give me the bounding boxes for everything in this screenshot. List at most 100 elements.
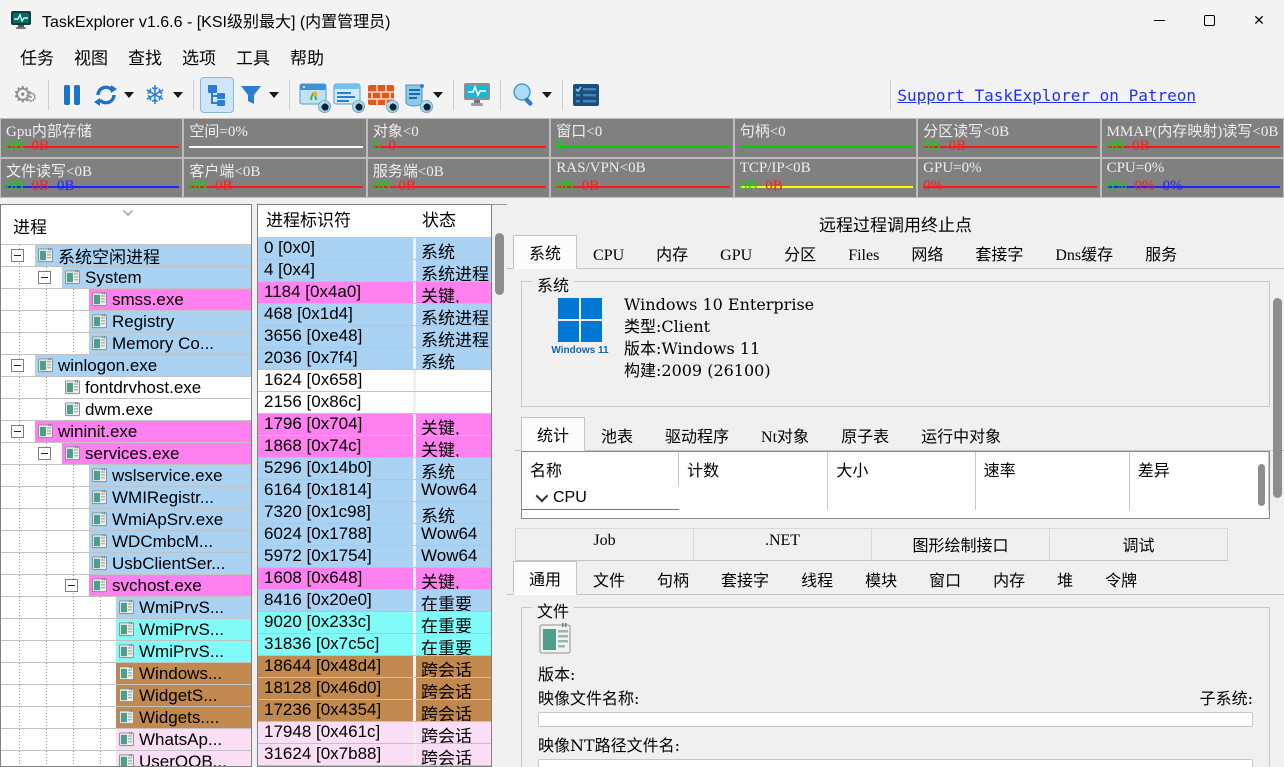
status-column-header[interactable]: 状态 [416,206,491,237]
pause-icon[interactable] [55,77,89,113]
tab-system-0[interactable]: 系统 [513,235,577,269]
menu-item-2[interactable]: 查找 [118,41,172,72]
tab-group-0[interactable]: Job [515,528,694,561]
tab-detail-4[interactable]: 线程 [785,562,849,595]
process-list-scrollbar[interactable] [492,204,507,767]
graph-panel-r0c6[interactable]: MMAP(内存映射)读写<0B0B0B [1101,118,1284,158]
pid-row[interactable]: 2036 [0x7f4]系统 [258,348,491,370]
tab-system-4[interactable]: 分区 [768,236,832,269]
process-row[interactable]: UsbClientSer... [1,553,251,575]
graph-panel-r0c1[interactable]: 空间=0% [183,118,366,158]
table-header-1[interactable]: 计数 [679,452,828,486]
tab-detail-7[interactable]: 内存 [977,562,1041,595]
pid-row[interactable]: 18644 [0x48d4]跨会话 [258,656,491,678]
graph-panel-r1c1[interactable]: 客户端<0B0B0B [183,158,366,198]
menu-item-1[interactable]: 视图 [64,41,118,72]
process-row[interactable]: WhatsAp... [1,729,251,751]
process-row[interactable]: services.exe [1,443,251,465]
tab-stats-1[interactable]: 池表 [585,418,649,451]
settings-gears-icon[interactable]: ⚙⚙ [8,77,42,113]
tab-system-3[interactable]: GPU [704,242,768,269]
firewall-icon[interactable] [364,77,398,113]
search-dropdown-arrow[interactable] [542,92,552,98]
tab-detail-0[interactable]: 通用 [513,561,577,595]
pid-row[interactable]: 17236 [0x4354]跨会话 [258,700,491,722]
expand-chevron-icon[interactable] [536,490,549,503]
graph-panel-r1c6[interactable]: CPU=0%0%0%0% [1101,158,1284,198]
process-row[interactable]: svchost.exe [1,575,251,597]
pid-row[interactable]: 5296 [0x14b0]系统 [258,458,491,480]
tab-group-1[interactable]: .NET [693,528,872,561]
pid-row[interactable]: 1608 [0x648]关键, [258,568,491,590]
process-row[interactable]: wslservice.exe [1,465,251,487]
pid-row[interactable]: 7320 [0x1c98]系统 [258,502,491,524]
filter-funnel-icon[interactable] [234,77,268,113]
search-icon[interactable] [507,77,541,113]
graph-panel-r0c4[interactable]: 句柄<0 [734,118,917,158]
tab-detail-1[interactable]: 文件 [577,562,641,595]
tab-stats-4[interactable]: 原子表 [825,418,905,451]
pid-row[interactable]: 5972 [0x1754]Wow64 [258,546,491,568]
graph-panel-r1c0[interactable]: 文件读写<0B0B0B0B [0,158,183,198]
pid-column-header[interactable]: 进程标识符 [258,206,416,237]
graph-panel-r1c2[interactable]: 服务端<0B0B0B [367,158,550,198]
pid-row[interactable]: 1868 [0x74c]关键, [258,436,491,458]
collapse-expander-icon[interactable] [38,447,51,460]
tab-system-7[interactable]: 套接字 [959,236,1039,269]
pid-row[interactable]: 6164 [0x1814]Wow64 [258,480,491,502]
tab-detail-2[interactable]: 句柄 [641,562,705,595]
system-monitor-icon[interactable] [460,77,494,113]
process-row[interactable]: WMIRegistr... [1,487,251,509]
refresh-dropdown-arrow[interactable] [124,92,134,98]
pid-row[interactable]: 9020 [0x233c]在重要 [258,612,491,634]
table-row-cpu[interactable]: CPU [522,486,1269,510]
tab-detail-8[interactable]: 堆 [1041,562,1089,595]
image-name-input[interactable] [538,712,1253,727]
close-button[interactable]: ✕ [1234,0,1284,40]
menu-item-4[interactable]: 工具 [226,41,280,72]
tab-group-2[interactable]: 图形绘制接口 [871,528,1050,561]
graph-panel-r1c4[interactable]: TCP/IP<0B0B0B [734,158,917,198]
process-row[interactable]: wininit.exe [1,421,251,443]
collapse-expander-icon[interactable] [38,271,51,284]
menu-item-3[interactable]: 选项 [172,41,226,72]
process-row[interactable]: WidgetS... [1,685,251,707]
tree-view-icon[interactable] [200,77,234,113]
log-scroll-icon[interactable] [398,77,432,113]
pid-row[interactable]: 31624 [0x7b88]跨会话 [258,744,491,766]
freeze-dropdown-arrow[interactable] [173,92,183,98]
pid-row[interactable]: 1796 [0x704]关键, [258,414,491,436]
pid-row[interactable]: 0 [0x0]系统 [258,238,491,260]
tab-system-9[interactable]: 服务 [1129,236,1193,269]
collapse-expander-icon[interactable] [11,249,24,262]
tab-system-6[interactable]: 网络 [895,236,959,269]
nt-path-input[interactable] [538,759,1253,767]
tab-stats-0[interactable]: 统计 [521,417,585,451]
pid-row[interactable]: 2156 [0x86c] [258,392,491,414]
graph-panel-r0c5[interactable]: 分区读写<0B0B0B [917,118,1100,158]
graph-panel-r0c0[interactable]: Gpu内部存储0B0B [0,118,183,158]
tab-stats-3[interactable]: Nt对象 [745,418,825,451]
collapse-expander-icon[interactable] [11,425,24,438]
process-row[interactable]: System [1,267,251,289]
graph-panel-r0c3[interactable]: 窗口<00 [550,118,733,158]
refresh-icon[interactable] [89,77,123,113]
table-header-2[interactable]: 大小 [828,452,975,486]
tab-detail-6[interactable]: 窗口 [913,562,977,595]
pid-row[interactable]: 31836 [0x7c5c]在重要 [258,634,491,656]
tab-system-2[interactable]: 内存 [640,236,704,269]
filter-dropdown-arrow[interactable] [269,92,279,98]
freeze-snowflake-icon[interactable]: ❄ [138,77,172,113]
process-row[interactable]: fontdrvhost.exe [1,377,251,399]
pid-row[interactable]: 3656 [0xe48]系统进程 [258,326,491,348]
collapse-expander-icon[interactable] [65,579,78,592]
process-column-header[interactable]: 进程 [1,205,251,245]
table-scrollbar-thumb[interactable] [1258,464,1265,506]
menu-item-5[interactable]: 帮助 [280,41,334,72]
graph-panel-r1c3[interactable]: RAS/VPN<0B0B0B [550,158,733,198]
process-window-icon[interactable] [296,77,330,113]
process-row[interactable]: 系统空闲进程 [1,245,251,267]
pid-row[interactable]: 6024 [0x1788]Wow64 [258,524,491,546]
graph-panel-r0c2[interactable]: 对象<000 [367,118,550,158]
pid-row[interactable]: 18128 [0x46d0]跨会话 [258,678,491,700]
